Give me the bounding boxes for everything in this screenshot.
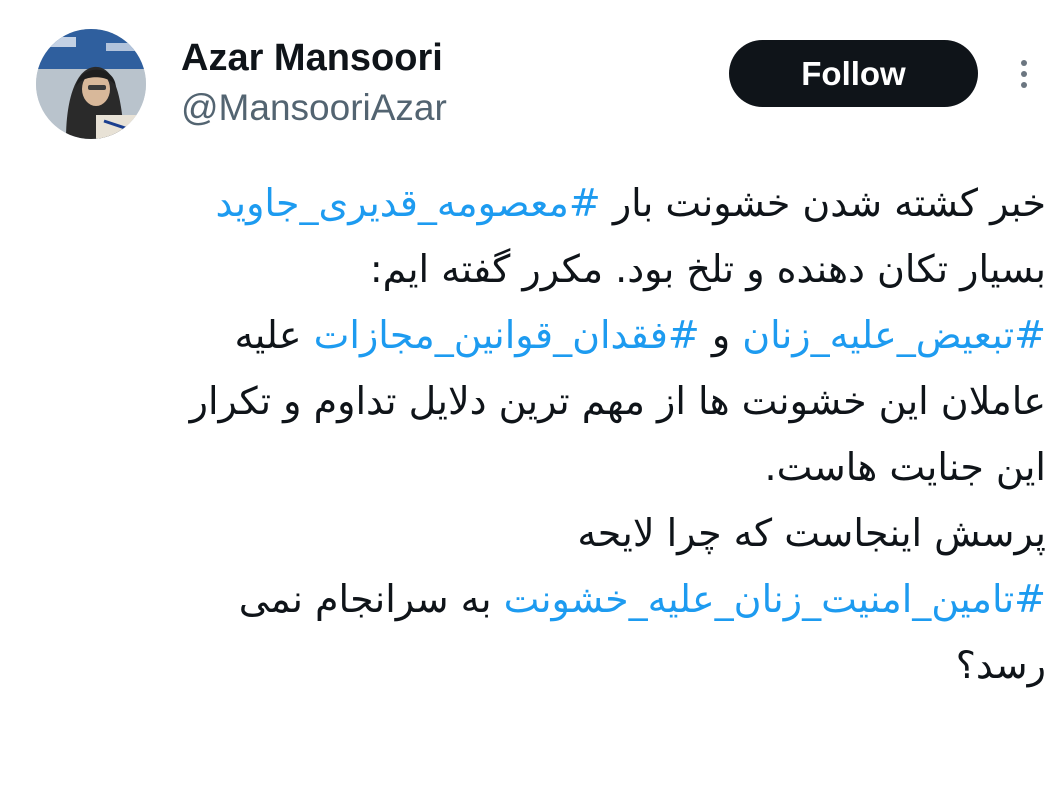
tweet-line: رسد؟ — [30, 632, 1046, 698]
tweet-text-segment: پرسش اینجاست که چرا لایحه — [577, 511, 1046, 555]
tweet-text-segment: به سرانجام نمی — [238, 577, 504, 621]
tweet-text-segment: این جنایت هاست. — [764, 445, 1047, 489]
tweet-line: پرسش اینجاست که چرا لایحه — [30, 500, 1046, 566]
author-avatar[interactable] — [36, 29, 146, 139]
tweet-header: Azar Mansoori @MansooriAzar Follow — [0, 0, 1061, 160]
avatar-photo — [36, 29, 146, 139]
tweet-line: این جنایت هاست. — [30, 434, 1047, 500]
author-handle[interactable]: @MansooriAzar — [181, 86, 447, 130]
tweet-line: عاملان این خشونت ها از مهم ترین دلایل تد… — [30, 368, 1046, 434]
tweet-line: #تبعیض_علیه_زنان و #فقدان_قوانین_مجازات … — [30, 302, 1046, 368]
tweet-text-segment: بسیار تکان دهنده و تلخ بود. مکرر گفته ای… — [369, 247, 1046, 291]
tweet-text-segment: عاملان این خشونت ها از مهم ترین دلایل تد… — [189, 379, 1046, 423]
tweet-text-segment: خبر کشته شدن خشونت بار — [600, 181, 1046, 225]
more-dot — [1021, 71, 1027, 77]
hashtag-link[interactable]: #معصومه_قدیری_جاوید — [216, 181, 601, 225]
more-vertical-icon[interactable] — [1006, 52, 1042, 96]
tweet-text: خبر کشته شدن خشونت بار #معصومه_قدیری_جاو… — [30, 170, 1046, 698]
tweet-text-segment: رسد؟ — [955, 643, 1046, 687]
hashtag-link[interactable]: #فقدان_قوانین_مجازات — [314, 313, 700, 357]
tweet-line: #تامین_امنیت_زنان_علیه_خشونت به سرانجام … — [30, 566, 1046, 632]
tweet-line: بسیار تکان دهنده و تلخ بود. مکرر گفته ای… — [30, 236, 1046, 302]
hashtag-link[interactable]: #تبعیض_علیه_زنان — [742, 313, 1046, 357]
more-dot — [1021, 60, 1027, 66]
tweet-text-segment: و — [699, 313, 743, 357]
tweet-text-segment: علیه — [234, 313, 314, 357]
hashtag-link[interactable]: #تامین_امنیت_زنان_علیه_خشونت — [504, 577, 1046, 621]
author-display-name[interactable]: Azar Mansoori — [181, 36, 443, 80]
tweet-line: خبر کشته شدن خشونت بار #معصومه_قدیری_جاو… — [30, 170, 1046, 236]
follow-button[interactable]: Follow — [729, 40, 978, 107]
more-dot — [1021, 82, 1027, 88]
